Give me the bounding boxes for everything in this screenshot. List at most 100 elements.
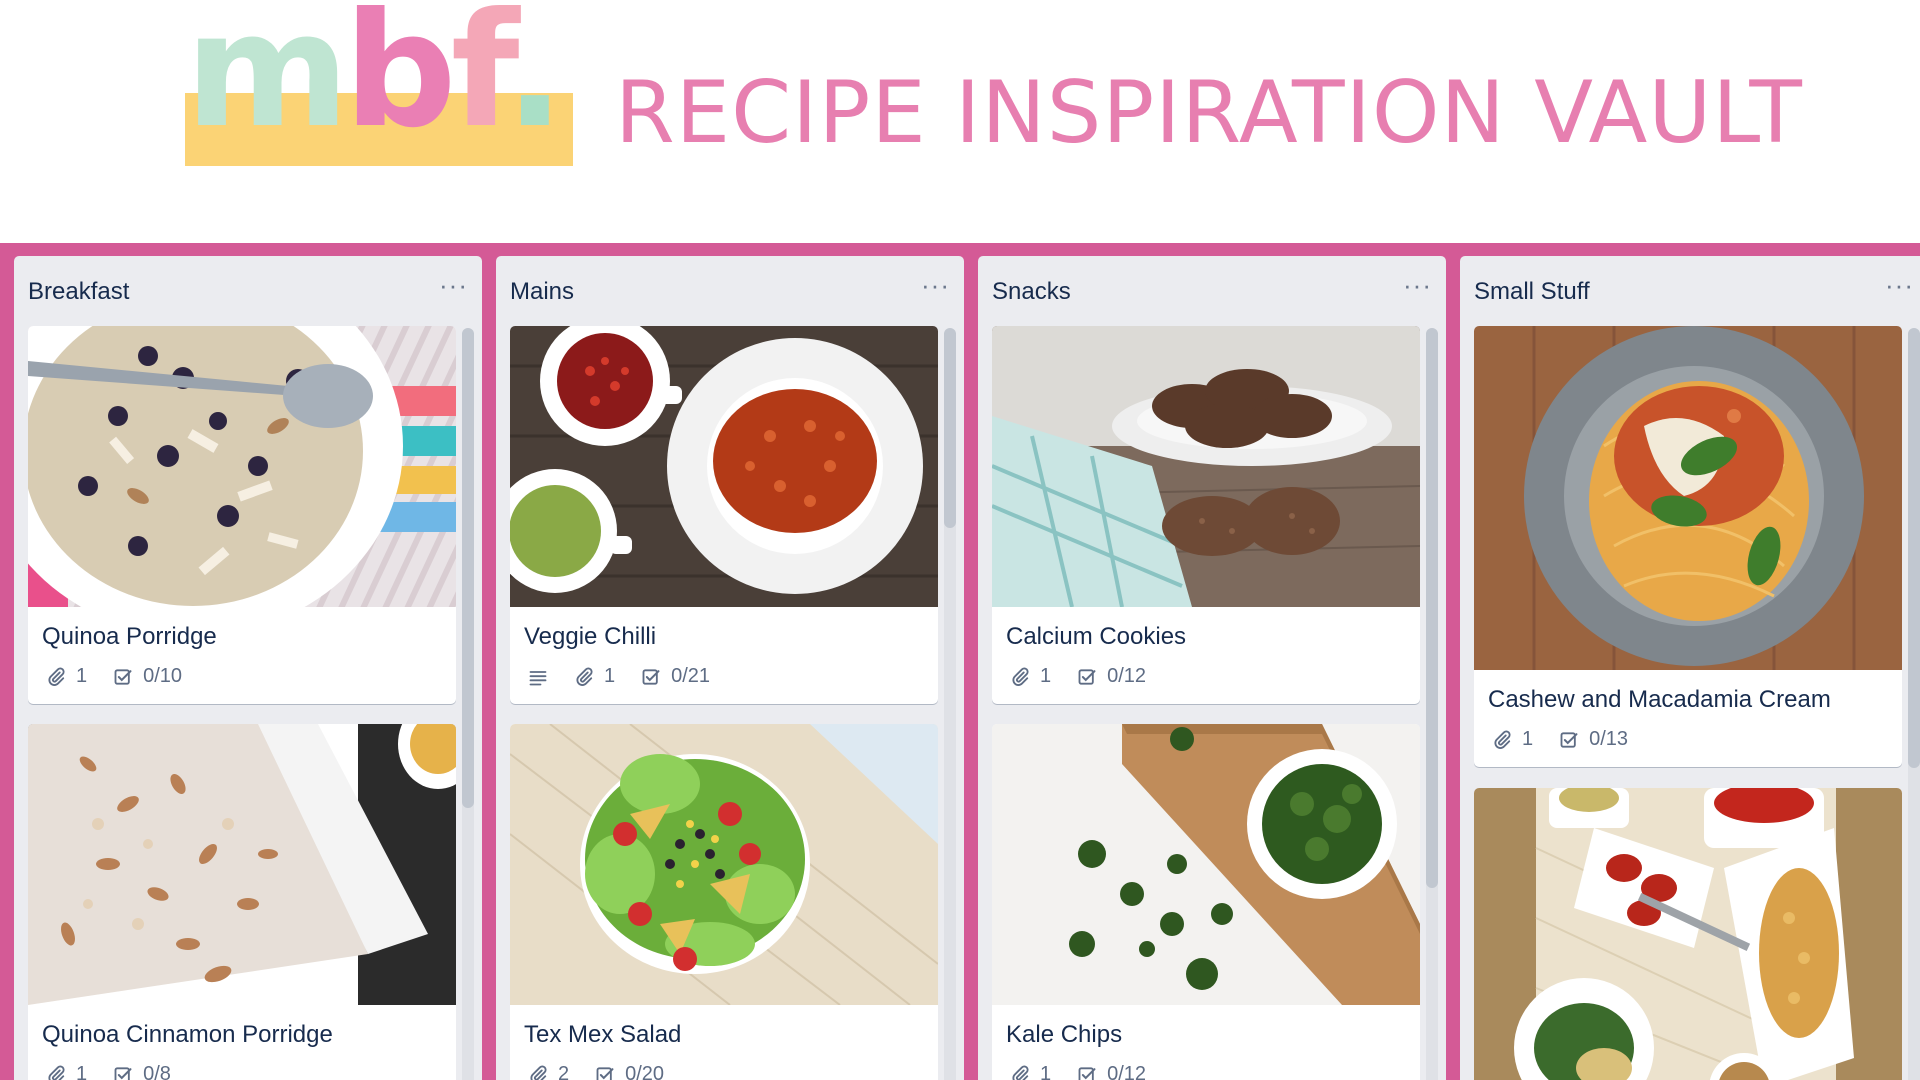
card-title: Quinoa Cinnamon Porridge (42, 1021, 333, 1048)
scrollbar-thumb[interactable] (462, 328, 474, 808)
card-veggie-chilli[interactable]: Veggie Chilli 1 0/21 (510, 326, 938, 704)
card-title: Veggie Chilli (524, 623, 657, 650)
checklist-badge: 0/8 (113, 1063, 171, 1080)
checkbox-icon (1560, 731, 1578, 748)
card-cover-image (510, 326, 938, 607)
card-badges: 2 0/20 (528, 1063, 924, 1080)
attachment-badge: 1 (46, 1063, 87, 1080)
card-calcium-cookies[interactable]: Calcium Cookies 1 0/12 (992, 326, 1420, 704)
card-tex-mex-salad[interactable]: Tex Mex Salad 2 0/20 (510, 724, 938, 1080)
attachment-count: 1 (1040, 1063, 1052, 1080)
card-cover-image (992, 724, 1420, 1005)
board: Breakfast ··· Quinoa Porridge 1 0/10 Qui… (0, 243, 1920, 1080)
list-breakfast: Breakfast ··· Quinoa Porridge 1 0/10 Qui… (14, 256, 482, 1080)
checkbox-icon (114, 668, 132, 685)
card-quinoa-cinnamon-porridge[interactable]: Quinoa Cinnamon Porridge 1 0/8 (28, 724, 456, 1080)
list-snacks: Snacks ··· Calcium Cookies 1 0/12 Kale C… (978, 256, 1446, 1080)
checklist-badge: 0/20 (595, 1063, 664, 1080)
attachment-count: 1 (604, 665, 616, 687)
card-cover-image (510, 724, 938, 1005)
scrollbar-thumb[interactable] (1426, 328, 1438, 888)
mbf-logo: mbf. (185, 0, 573, 166)
card-badges: 1 0/21 (528, 665, 924, 688)
attachment-count: 1 (1522, 728, 1534, 750)
list-title[interactable]: Mains (510, 278, 574, 305)
paperclip-icon (48, 1065, 65, 1080)
checklist-count: 0/13 (1589, 728, 1629, 750)
card-cover-image (1474, 326, 1902, 670)
card-condiments-spread[interactable] (1474, 788, 1902, 1080)
card-cover-image (28, 724, 456, 1005)
description-icon (529, 670, 547, 685)
attachment-badge: 1 (1492, 728, 1533, 751)
checklist-count: 0/12 (1107, 1063, 1147, 1080)
list-header: Breakfast ··· (28, 270, 468, 308)
card-title: Calcium Cookies (1006, 623, 1187, 650)
checklist-count: 0/10 (143, 665, 183, 687)
card-cover-image (992, 326, 1420, 607)
checklist-badge: 0/12 (1077, 1063, 1146, 1080)
list-header: Small Stuff ··· (1474, 270, 1914, 308)
checklist-count: 0/20 (625, 1063, 665, 1080)
attachment-count: 1 (76, 1063, 88, 1080)
checklist-badge: 0/10 (113, 665, 182, 688)
checkbox-icon (1078, 668, 1096, 685)
checkbox-icon (596, 1066, 614, 1080)
paperclip-icon (48, 667, 65, 686)
card-badges: 1 0/12 (1010, 1063, 1406, 1080)
paperclip-icon (1012, 667, 1029, 686)
attachment-count: 1 (76, 665, 88, 687)
list-scrollbar[interactable] (944, 328, 956, 1080)
scrollbar-thumb[interactable] (1908, 328, 1920, 768)
card-badges: 1 0/10 (46, 665, 442, 688)
checkbox-icon (642, 668, 660, 685)
page-title: RECIPE INSPIRATION VAULT (615, 63, 1803, 163)
card-kale-chips[interactable]: Kale Chips 1 0/12 (992, 724, 1420, 1080)
card-title: Kale Chips (1006, 1021, 1123, 1048)
checklist-count: 0/21 (671, 665, 711, 687)
logo-wordmark: mbf. (185, 0, 565, 163)
list-scrollbar[interactable] (1908, 328, 1920, 1080)
list-header: Snacks ··· (992, 270, 1432, 308)
checklist-badge: 0/21 (641, 665, 710, 688)
list-title[interactable]: Small Stuff (1474, 278, 1590, 305)
header: mbf. RECIPE INSPIRATION VAULT (0, 0, 1920, 243)
list-mains: Mains ··· Veggie Chilli 1 0/21 Tex Mex S… (496, 256, 964, 1080)
paperclip-icon (1012, 1065, 1029, 1080)
list-title[interactable]: Breakfast (28, 278, 129, 305)
card-cashew-macadamia-cream[interactable]: Cashew and Macadamia Cream 1 0/13 (1474, 326, 1902, 767)
attachment-badge: 2 (528, 1063, 569, 1080)
attachment-count: 2 (558, 1063, 570, 1080)
paperclip-icon (530, 1065, 547, 1080)
list-menu-icon[interactable]: ··· (1403, 270, 1432, 301)
attachment-count: 1 (1040, 665, 1052, 687)
paperclip-icon (576, 667, 593, 686)
attachment-badge: 1 (46, 665, 87, 688)
list-scrollbar[interactable] (462, 328, 474, 1080)
card-cover-image (28, 326, 456, 607)
checkbox-icon (1078, 1066, 1096, 1080)
checklist-badge: 0/12 (1077, 665, 1146, 688)
paperclip-icon (1494, 730, 1511, 749)
card-badges: 1 0/13 (1492, 728, 1888, 751)
list-small-stuff: Small Stuff ··· Cashew and Macadamia Cre… (1460, 256, 1920, 1080)
card-badges: 1 0/12 (1010, 665, 1406, 688)
checkbox-icon (114, 1066, 132, 1080)
list-header: Mains ··· (510, 270, 950, 308)
checklist-badge: 0/13 (1559, 728, 1628, 751)
list-menu-icon[interactable]: ··· (921, 270, 950, 301)
card-cover-image (1474, 788, 1902, 1080)
scrollbar-thumb[interactable] (944, 328, 956, 528)
card-quinoa-porridge[interactable]: Quinoa Porridge 1 0/10 (28, 326, 456, 704)
attachment-badge: 1 (1010, 665, 1051, 688)
list-scrollbar[interactable] (1426, 328, 1438, 1080)
attachment-badge: 1 (1010, 1063, 1051, 1080)
card-badges: 1 0/8 (46, 1063, 442, 1080)
card-title: Cashew and Macadamia Cream (1488, 686, 1831, 713)
list-title[interactable]: Snacks (992, 278, 1071, 305)
description-badge (528, 667, 548, 687)
checklist-count: 0/12 (1107, 665, 1147, 687)
list-menu-icon[interactable]: ··· (439, 270, 468, 301)
list-menu-icon[interactable]: ··· (1885, 270, 1914, 301)
checklist-count: 0/8 (143, 1063, 171, 1080)
